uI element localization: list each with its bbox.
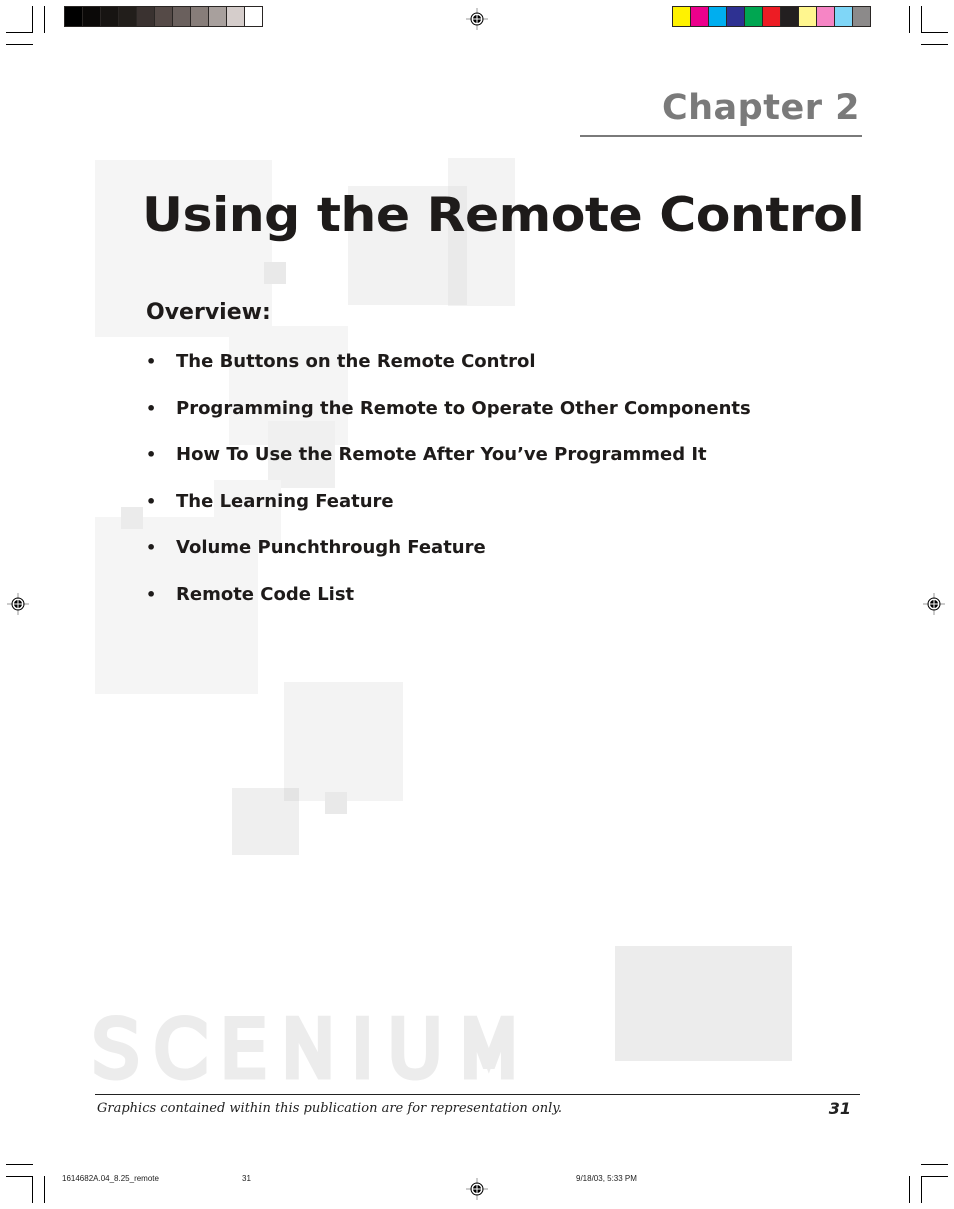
calibration-swatch: [691, 7, 708, 26]
chapter-rule: [580, 135, 862, 137]
list-item: • The Learning Feature: [146, 491, 751, 538]
crop-mark: [6, 1164, 33, 1165]
background-square: [264, 262, 286, 284]
background-square: [121, 507, 143, 529]
background-square: [284, 682, 403, 801]
crop-mark: [6, 32, 33, 33]
overview-list: • The Buttons on the Remote Control • Prog…: [146, 351, 751, 631]
list-item-text: Volume Punchthrough Feature: [176, 537, 486, 559]
overview-heading: Overview:: [146, 300, 271, 325]
crop-mark: [909, 1176, 910, 1203]
crop-mark: [44, 6, 45, 33]
calibration-swatch: [119, 7, 136, 26]
footer-rule: [95, 1094, 860, 1095]
list-item: • Remote Code List: [146, 584, 751, 631]
calibration-swatch: [709, 7, 726, 26]
bullet-icon: •: [146, 445, 157, 465]
registration-mark-icon: [466, 1178, 488, 1200]
crop-mark: [921, 6, 922, 33]
crop-mark: [32, 1176, 33, 1203]
list-item-text: Programming the Remote to Operate Other …: [176, 397, 751, 419]
calibration-swatch: [835, 7, 852, 26]
calibration-swatch: [101, 7, 118, 26]
calibration-swatch: [673, 7, 690, 26]
crop-mark: [6, 44, 33, 45]
background-square: [284, 788, 299, 801]
registration-mark-icon: [7, 593, 29, 615]
calibration-swatch: [173, 7, 190, 26]
crop-mark: [921, 32, 948, 33]
bullet-icon: •: [146, 584, 157, 604]
calibration-swatch: [155, 7, 172, 26]
calibration-swatch: [763, 7, 780, 26]
crop-mark: [921, 1176, 948, 1177]
footer-note: Graphics contained within this publicati…: [97, 1101, 563, 1116]
list-item: • How To Use the Remote After You’ve Prog…: [146, 444, 751, 491]
slug-file-name: 1614682A.04_8.25_remote: [62, 1174, 159, 1183]
registration-mark-icon: [923, 593, 945, 615]
bullet-icon: •: [146, 352, 157, 371]
list-item: • Volume Punchthrough Feature: [146, 537, 751, 584]
bullet-icon: •: [146, 398, 157, 418]
calibration-swatch: [245, 7, 262, 26]
crop-mark: [909, 6, 910, 33]
calibration-swatch: [799, 7, 816, 26]
crop-mark: [921, 1164, 948, 1165]
crop-mark: [6, 1176, 33, 1177]
calibration-swatch: [83, 7, 100, 26]
list-item-text: The Learning Feature: [176, 490, 394, 512]
bullet-icon: •: [146, 491, 157, 511]
color-calibration-bar: [672, 6, 871, 27]
crop-mark: [32, 6, 33, 33]
slug-datetime: 9/18/03, 5:33 PM: [576, 1174, 637, 1183]
calibration-swatch: [65, 7, 82, 26]
crop-mark: [44, 1176, 45, 1203]
crop-mark: [921, 1176, 922, 1203]
calibration-swatch: [227, 7, 244, 26]
calibration-swatch: [727, 7, 744, 26]
chapter-label: Chapter 2: [661, 88, 860, 128]
list-item-text: How To Use the Remote After You’ve Progr…: [176, 444, 707, 466]
list-item-text: Remote Code List: [176, 583, 355, 605]
calibration-swatch: [137, 7, 154, 26]
bullet-icon: •: [146, 538, 157, 558]
calibration-swatch: [209, 7, 226, 26]
crop-mark: [921, 44, 948, 45]
list-item: • Programming the Remote to Operate Other…: [146, 398, 751, 445]
calibration-swatch: [745, 7, 762, 26]
background-square: [325, 792, 347, 814]
page-title: Using the Remote Control: [142, 188, 865, 243]
background-square: [615, 946, 792, 1061]
calibration-swatch: [781, 7, 798, 26]
slug-page: 31: [242, 1174, 251, 1183]
grayscale-calibration-bar: [64, 6, 263, 27]
list-item: • The Buttons on the Remote Control: [146, 351, 751, 398]
registration-mark-icon: [466, 8, 488, 30]
list-item-text: The Buttons on the Remote Control: [176, 351, 536, 372]
calibration-swatch: [853, 7, 870, 26]
calibration-swatch: [191, 7, 208, 26]
brand-watermark: SCENIUM: [87, 1001, 536, 1098]
calibration-swatch: [817, 7, 834, 26]
page-number: 31: [828, 1099, 851, 1118]
